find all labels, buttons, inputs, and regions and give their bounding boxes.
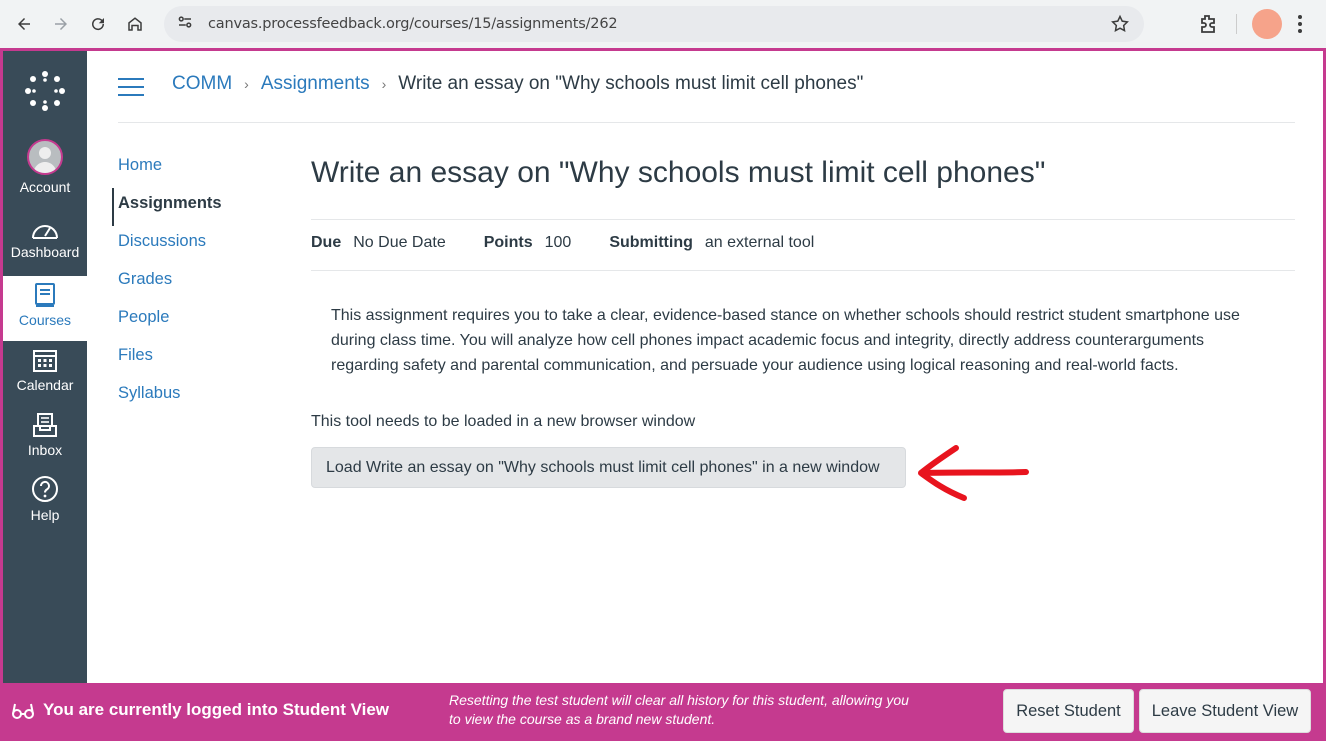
global-nav-inbox-label: Inbox bbox=[27, 442, 63, 458]
tool-message: This tool needs to be loaded in a new br… bbox=[311, 413, 696, 430]
browser-menu-icon[interactable] bbox=[1292, 12, 1308, 41]
course-nav-assignments[interactable]: Assignments bbox=[112, 188, 222, 226]
breadcrumb-separator-icon: › bbox=[381, 76, 387, 92]
submitting-label: Submitting bbox=[609, 234, 693, 251]
extensions-icon[interactable] bbox=[1196, 12, 1220, 41]
address-bar[interactable]: canvas.processfeedback.org/courses/15/as… bbox=[164, 6, 1144, 42]
annotation-arrow-icon bbox=[914, 442, 1032, 509]
breadcrumb-current: Write an essay on "Why schools must limi… bbox=[398, 73, 864, 94]
global-nav: Account Dashboard Courses Calendar Inbox… bbox=[3, 51, 87, 683]
page-title: Write an essay on "Why schools must limi… bbox=[311, 156, 1046, 189]
global-nav-help[interactable]: Help bbox=[3, 471, 87, 535]
assignment-details: Due No Due Date Points 100 Submitting an… bbox=[311, 234, 852, 252]
back-icon[interactable] bbox=[6, 6, 42, 42]
global-nav-courses[interactable]: Courses bbox=[3, 276, 87, 341]
global-nav-help-label: Help bbox=[30, 507, 60, 523]
course-nav-discussions[interactable]: Discussions bbox=[112, 226, 222, 264]
due-value: No Due Date bbox=[353, 234, 446, 251]
global-nav-dashboard[interactable]: Dashboard bbox=[3, 208, 87, 272]
courses-icon bbox=[34, 276, 56, 308]
hamburger-menu-icon[interactable] bbox=[118, 77, 144, 102]
course-nav-home[interactable]: Home bbox=[112, 150, 222, 188]
global-nav-calendar[interactable]: Calendar bbox=[3, 341, 87, 405]
course-nav-syllabus[interactable]: Syllabus bbox=[112, 378, 222, 416]
avatar bbox=[27, 139, 63, 175]
student-view-bar: You are currently logged into Student Vi… bbox=[0, 683, 1326, 741]
dashboard-icon bbox=[31, 208, 59, 240]
breadcrumb-separator-icon: › bbox=[244, 76, 249, 92]
breadcrumb: COMM › Assignments › Write an essay on "… bbox=[172, 73, 863, 95]
course-nav-files[interactable]: Files bbox=[112, 340, 222, 378]
load-tool-button[interactable]: Load Write an essay on "Why schools must… bbox=[311, 447, 906, 488]
course-nav: Home Assignments Discussions Grades Peop… bbox=[112, 150, 222, 416]
details-divider bbox=[311, 270, 1295, 271]
home-icon[interactable] bbox=[117, 6, 153, 42]
forward-icon[interactable] bbox=[43, 6, 79, 42]
global-nav-dashboard-label: Dashboard bbox=[10, 244, 80, 260]
course-nav-people[interactable]: People bbox=[112, 302, 222, 340]
global-nav-calendar-label: Calendar bbox=[16, 377, 74, 393]
title-divider bbox=[311, 219, 1295, 220]
student-view-status: You are currently logged into Student Vi… bbox=[43, 700, 390, 719]
breadcrumb-course[interactable]: COMM bbox=[172, 73, 232, 95]
due-label: Due bbox=[311, 234, 342, 251]
points-value: 100 bbox=[544, 234, 572, 251]
site-settings-icon[interactable] bbox=[176, 13, 194, 36]
browser-toolbar: canvas.processfeedback.org/courses/15/as… bbox=[0, 0, 1326, 48]
student-view-glasses-icon bbox=[12, 702, 34, 725]
global-nav-inbox[interactable]: Inbox bbox=[3, 406, 87, 470]
profile-avatar[interactable] bbox=[1252, 9, 1282, 39]
breadcrumb-assignments[interactable]: Assignments bbox=[261, 73, 370, 95]
student-view-note: Resetting the test student will clear al… bbox=[449, 692, 909, 727]
global-nav-courses-label: Courses bbox=[18, 312, 72, 328]
toolbar-divider bbox=[1236, 14, 1237, 34]
bookmark-star-icon[interactable] bbox=[1110, 14, 1130, 39]
course-nav-grades[interactable]: Grades bbox=[112, 264, 222, 302]
submitting-value: an external tool bbox=[704, 234, 815, 251]
points-label: Points bbox=[483, 234, 533, 251]
global-nav-account-label: Account bbox=[19, 179, 71, 195]
help-icon bbox=[31, 471, 59, 503]
reset-student-button[interactable]: Reset Student bbox=[1003, 689, 1134, 733]
reload-icon[interactable] bbox=[80, 6, 116, 42]
inbox-icon bbox=[32, 406, 58, 438]
assignment-description: This assignment requires you to take a c… bbox=[331, 307, 1240, 374]
leave-student-view-button[interactable]: Leave Student View bbox=[1139, 689, 1311, 733]
global-nav-account[interactable]: Account bbox=[3, 139, 87, 207]
calendar-icon bbox=[32, 341, 58, 373]
header-divider bbox=[118, 122, 1295, 123]
url-text[interactable]: canvas.processfeedback.org/courses/15/as… bbox=[208, 16, 618, 32]
canvas-logo-icon[interactable] bbox=[23, 69, 67, 113]
